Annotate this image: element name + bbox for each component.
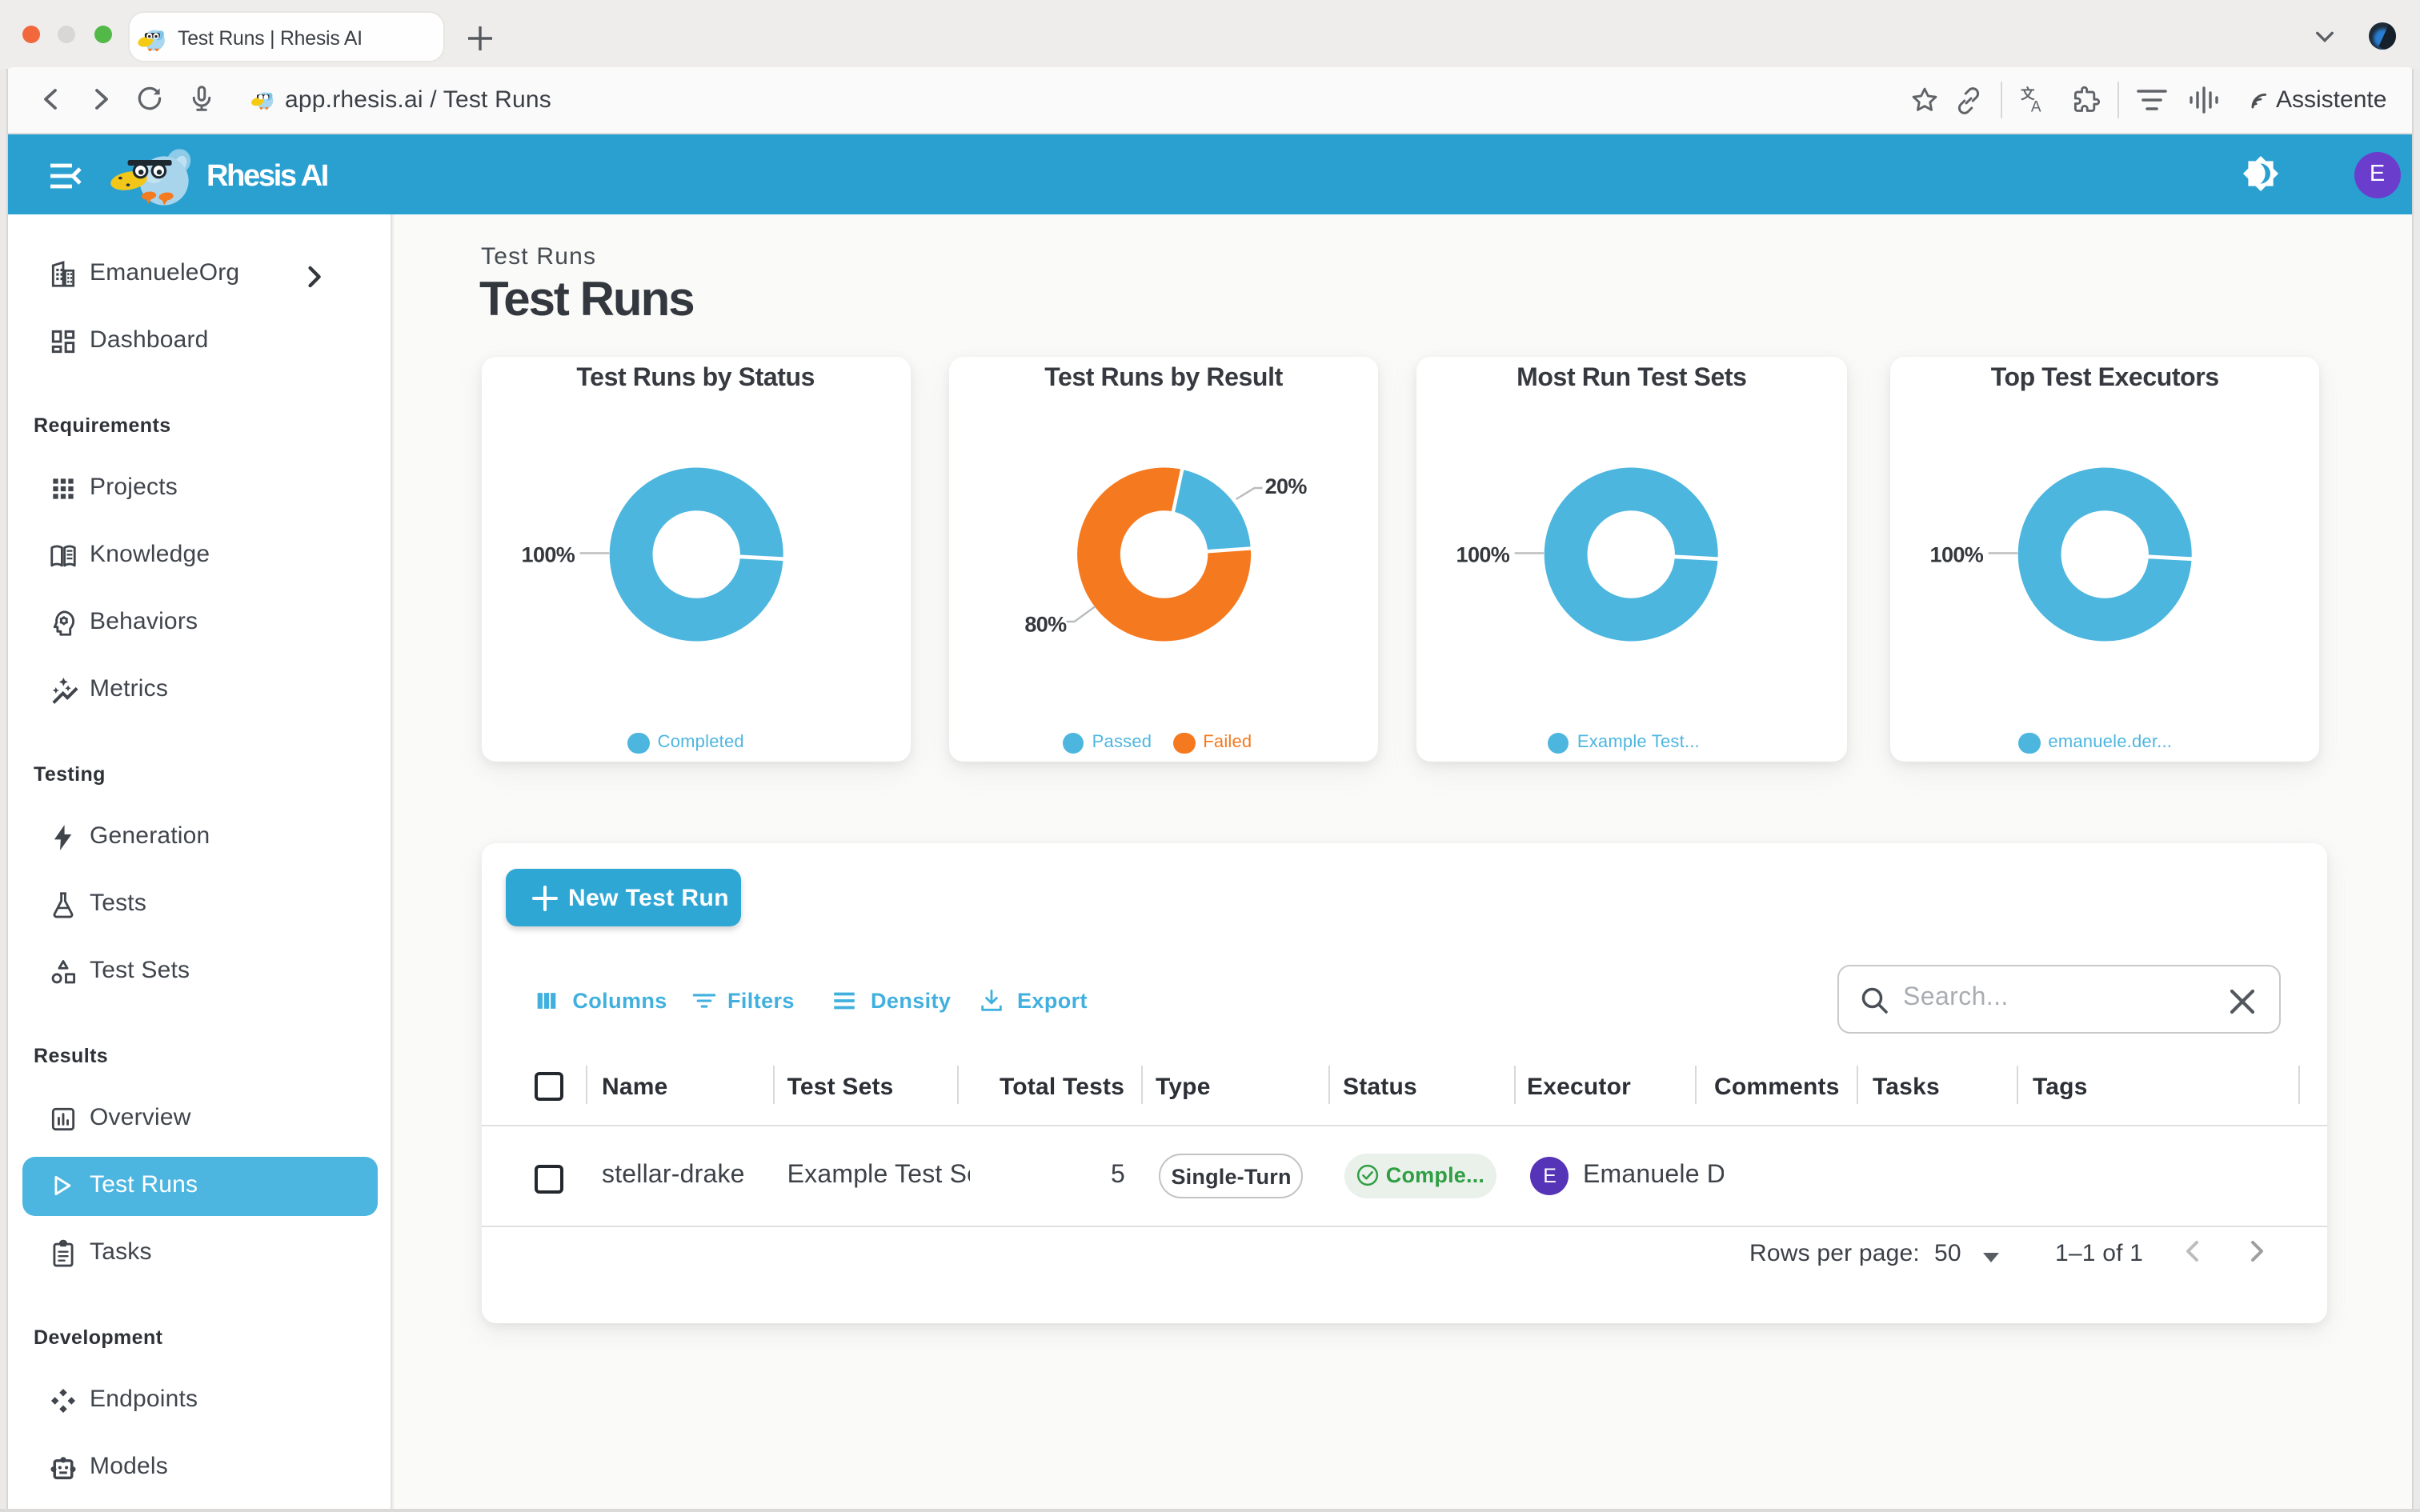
svg-text:20%: 20% <box>1264 474 1307 498</box>
svg-text:80%: 80% <box>1024 611 1067 635</box>
svg-text:A: A <box>2031 98 2041 115</box>
svg-text:100%: 100% <box>1456 542 1510 566</box>
svg-text:100%: 100% <box>1930 542 1984 566</box>
svg-text:100%: 100% <box>521 542 575 566</box>
